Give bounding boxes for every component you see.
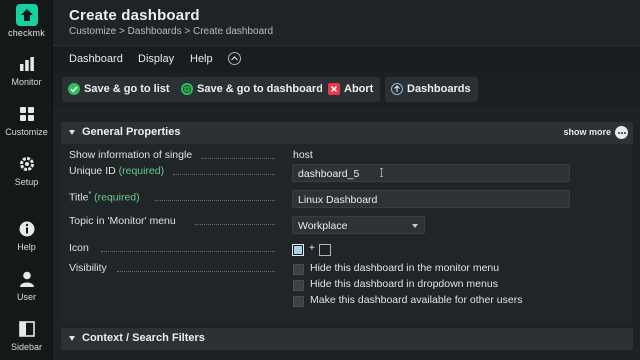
checkmk-logo-icon xyxy=(15,4,38,26)
breadcrumb-separator: > xyxy=(184,26,191,37)
hide-dropdown-menus-checkbox[interactable] xyxy=(293,280,304,291)
show-more-link[interactable]: show more xyxy=(563,127,611,137)
breadcrumb-separator: > xyxy=(119,26,125,37)
hide-monitor-menu-checkbox[interactable] xyxy=(293,264,304,275)
page-header: Create dashboard Customize > Dashboards … xyxy=(53,0,640,45)
unique-id-value: dashboard_5 xyxy=(298,168,360,180)
plus-icon: + xyxy=(309,243,315,254)
required-marker: (required) xyxy=(118,165,165,177)
more-options-icon[interactable] xyxy=(615,126,628,139)
chevron-up-icon xyxy=(231,56,238,61)
checkmk-logo[interactable]: checkmk xyxy=(0,4,53,38)
share-with-users-checkbox[interactable] xyxy=(293,296,304,307)
hide-monitor-menu-label: Hide this dashboard in the monitor menu xyxy=(310,262,500,274)
context-filters-title: Context / Search Filters xyxy=(82,332,205,344)
main-content: General Properties show more Show inform… xyxy=(53,108,640,360)
help-icon xyxy=(19,221,34,237)
nav-setup[interactable]: Setup xyxy=(0,155,53,187)
icon-picker-swatch[interactable] xyxy=(292,244,304,256)
menu-dashboard[interactable]: Dashboard xyxy=(69,53,123,65)
chevron-down-icon xyxy=(412,224,418,228)
sidebar-icon xyxy=(18,321,35,337)
abort-button[interactable]: Abort xyxy=(322,77,381,102)
nav-user[interactable]: User xyxy=(0,270,53,302)
title-input[interactable]: Linux Dashboard xyxy=(292,190,570,208)
page-title: Create dashboard xyxy=(69,7,200,24)
unique-id-input[interactable]: dashboard_5 xyxy=(292,164,570,182)
gear-icon xyxy=(19,157,34,171)
label-dots xyxy=(155,200,275,201)
save-globe-icon xyxy=(181,83,193,95)
grid-icon xyxy=(19,107,34,121)
nav-customize-label: Customize xyxy=(5,127,48,137)
visibility-label: Visibility xyxy=(69,262,107,274)
title-label: Title* (required) xyxy=(69,191,140,204)
general-properties-header[interactable]: General Properties show more xyxy=(61,122,633,144)
text-cursor-icon xyxy=(380,168,383,177)
context-filters-header[interactable]: Context / Search Filters xyxy=(61,328,633,350)
hide-dropdown-menus-label: Hide this dashboard in dropdown menus xyxy=(310,278,498,290)
share-with-users-label: Make this dashboard available for other … xyxy=(310,294,523,306)
dashboards-icon xyxy=(391,83,403,95)
nav-help-label: Help xyxy=(17,242,36,252)
show-info-value: host xyxy=(293,149,313,161)
dashboards-button[interactable]: Dashboards xyxy=(385,77,478,102)
user-icon xyxy=(19,271,34,287)
save-go-to-list-button[interactable]: Save & go to list xyxy=(62,77,177,102)
topic-select[interactable]: Workplace xyxy=(292,216,425,234)
dashboards-label: Dashboards xyxy=(407,83,471,95)
breadcrumb-item-current[interactable]: Create dashboard xyxy=(193,26,273,37)
breadcrumb: Customize > Dashboards > Create dashboar… xyxy=(69,26,273,37)
required-marker: (required) xyxy=(94,191,140,204)
main-navigation-sidebar: checkmk Monitor Customize Setup Help Use… xyxy=(0,0,53,360)
topic-label: Topic in 'Monitor' menu xyxy=(69,215,176,227)
abort-icon xyxy=(328,83,340,95)
label-dots xyxy=(117,271,275,272)
nav-sidebar-label: Sidebar xyxy=(10,342,43,352)
title-value: Linux Dashboard xyxy=(298,194,378,206)
collapse-triangle-icon xyxy=(69,336,75,341)
topic-value: Workplace xyxy=(298,220,348,232)
save-check-icon xyxy=(68,83,80,95)
label-dots xyxy=(101,251,275,252)
collapse-triangle-icon xyxy=(69,130,75,135)
nav-user-label: User xyxy=(16,292,36,302)
menubar: Dashboard Display Help xyxy=(53,45,640,72)
nav-help[interactable]: Help xyxy=(0,220,53,252)
general-properties-title: General Properties xyxy=(82,126,181,138)
brand-name: checkmk xyxy=(8,28,45,38)
emblem-picker-swatch[interactable] xyxy=(319,244,331,256)
breadcrumb-item-customize[interactable]: Customize xyxy=(69,26,116,37)
nav-monitor[interactable]: Monitor xyxy=(0,55,53,87)
menu-toggle-button[interactable] xyxy=(228,52,241,65)
bar-chart-icon xyxy=(19,57,34,71)
unique-id-label: Unique ID (required) xyxy=(69,165,165,177)
action-toolbar: Save & go to list Save & go to dashboard… xyxy=(53,72,640,108)
save-go-to-dashboard-label: Save & go to dashboard xyxy=(197,83,323,95)
label-dots xyxy=(195,224,275,225)
breadcrumb-item-dashboards[interactable]: Dashboards xyxy=(128,26,182,37)
label-dots xyxy=(201,158,275,159)
nav-setup-label: Setup xyxy=(14,177,39,187)
save-go-to-list-label: Save & go to list xyxy=(84,83,170,95)
icon-label: Icon xyxy=(69,242,89,254)
abort-label: Abort xyxy=(344,83,374,95)
label-dots xyxy=(173,174,275,175)
show-info-label: Show information of single xyxy=(69,149,193,161)
nav-sidebar[interactable]: Sidebar xyxy=(0,320,53,352)
nav-customize[interactable]: Customize xyxy=(0,105,53,137)
menu-display[interactable]: Display xyxy=(138,53,174,65)
menu-help[interactable]: Help xyxy=(190,53,213,65)
general-properties-form: Show information of single host Unique I… xyxy=(61,144,633,324)
save-go-to-dashboard-button[interactable]: Save & go to dashboard xyxy=(175,77,330,102)
nav-monitor-label: Monitor xyxy=(11,77,42,87)
